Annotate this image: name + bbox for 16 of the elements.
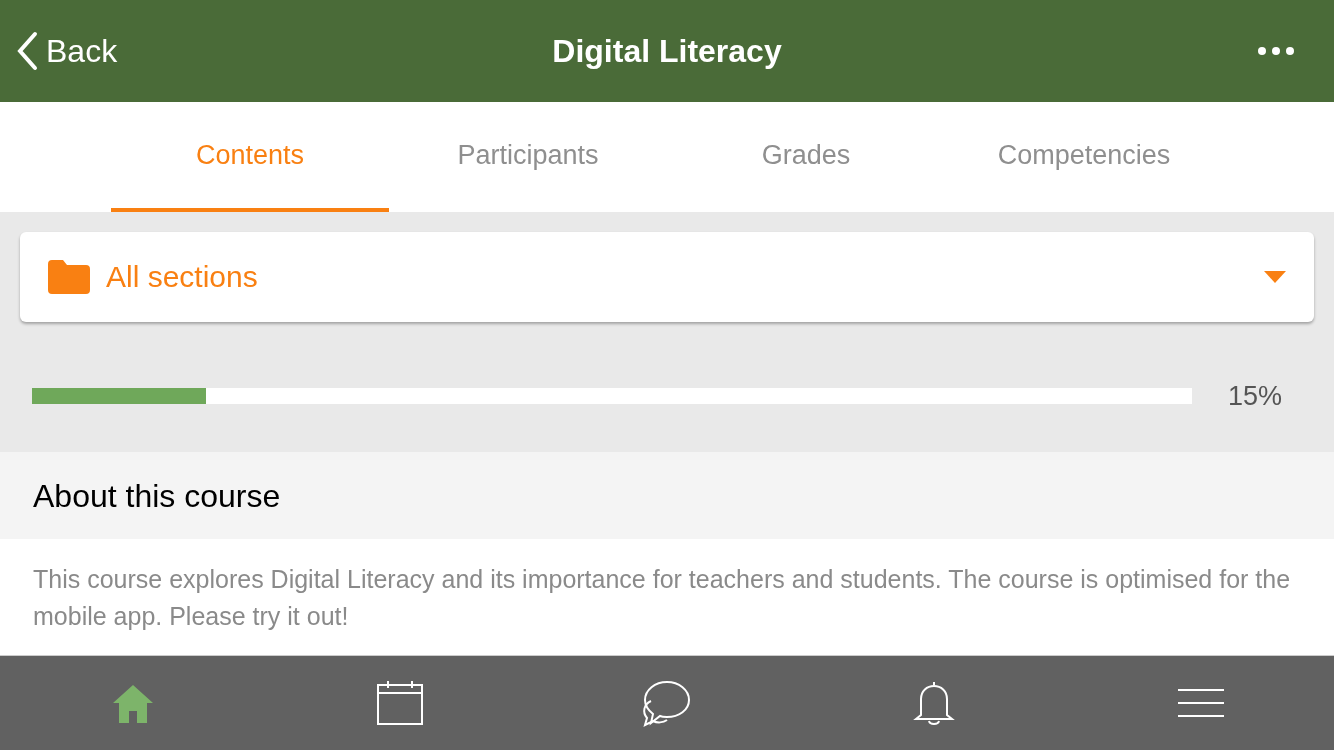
progress-percentage: 15%: [1227, 379, 1282, 413]
section-heading: About this course: [33, 476, 281, 516]
tab[interactable]: Grades: [667, 102, 945, 212]
back-button[interactable]: Back: [16, 27, 118, 75]
page-title: Digital Literacy: [552, 32, 782, 71]
tab[interactable]: Participants: [389, 102, 667, 212]
back-chevron-icon: [16, 31, 38, 71]
caret-icon: [1264, 270, 1286, 283]
section-dropdown[interactable]: All sections: [20, 231, 1314, 322]
calendar-icon: [376, 679, 425, 726]
menu-icon: [1177, 687, 1224, 718]
more-options-icon[interactable]: [1258, 47, 1294, 55]
tab[interactable]: Competencies: [945, 102, 1223, 212]
course-description: This course explores Digital Literacy and its importance for teachers and students. The course is optimised for the mobile app. Please try it out!: [33, 563, 1292, 632]
folder-icon: [48, 259, 90, 294]
chat-bubbles-icon: [641, 678, 693, 727]
